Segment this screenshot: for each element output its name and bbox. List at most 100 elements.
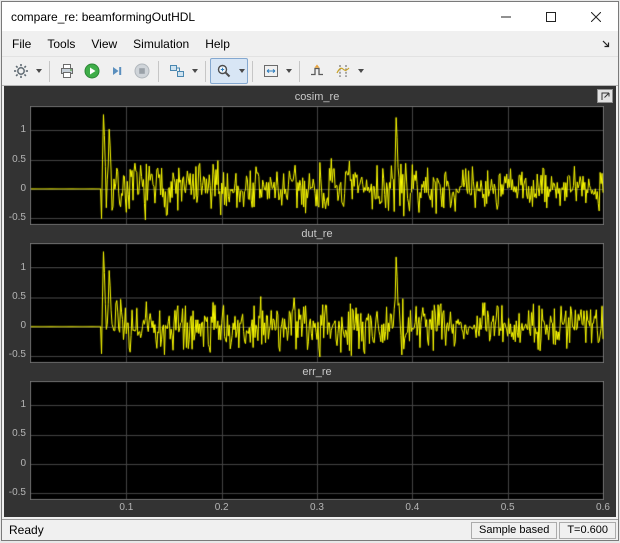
toolbar-separator <box>205 61 206 82</box>
x-tick-label: 0.4 <box>399 502 425 513</box>
settings-split-button <box>7 58 45 84</box>
status-sim-time: T=0.600 <box>559 522 616 539</box>
stop-icon <box>134 63 150 79</box>
y-axis-labels: 1 0.5 0 -0.5 <box>4 106 30 225</box>
y-tick-label: 0 <box>20 183 26 195</box>
step-forward-icon <box>109 63 125 79</box>
y-tick-label: -0.5 <box>9 349 26 361</box>
caret-down-icon <box>358 69 364 73</box>
y-tick-label: 1 <box>20 262 26 274</box>
step-forward-button[interactable] <box>104 59 129 83</box>
toolbar-separator <box>158 61 159 82</box>
signal-selector-icon <box>169 63 185 79</box>
x-tick-label: 0.2 <box>209 502 235 513</box>
maximize-icon <box>546 12 556 22</box>
x-tick-label: 0.5 <box>495 502 521 513</box>
minimize-button[interactable] <box>483 2 528 31</box>
caret-down-icon <box>239 69 245 73</box>
toolbar-separator <box>299 61 300 82</box>
y-tick-label: 0 <box>20 320 26 332</box>
gear-icon <box>13 63 29 79</box>
trigger-icon <box>309 63 325 79</box>
signal-selector-button[interactable] <box>164 59 189 83</box>
menubar: File Tools View Simulation Help <box>2 31 618 56</box>
x-axis-labels: 0.1 0.2 0.3 0.4 0.5 0.6 <box>4 500 616 517</box>
measurements-dropdown[interactable] <box>355 59 366 83</box>
stop-button[interactable] <box>129 59 154 83</box>
magnifier-icon <box>216 63 232 79</box>
fit-to-view-split-button <box>257 58 295 84</box>
axes-row: 10.50-0.5 <box>4 243 616 362</box>
signal-trace-canvas[interactable] <box>30 243 604 362</box>
y-tick-label: -0.5 <box>9 487 26 499</box>
y-tick-label: 1 <box>20 124 26 136</box>
signal-selector-dropdown[interactable] <box>189 59 200 83</box>
plot-title: dut_re <box>4 225 616 243</box>
settings-button[interactable] <box>8 59 33 83</box>
window-controls <box>483 2 618 31</box>
window-title: compare_re: beamformingOutHDL <box>11 10 195 24</box>
plot-axes[interactable] <box>30 106 604 225</box>
y-tick-label: 1 <box>20 399 26 411</box>
toolbar-separator <box>252 61 253 82</box>
settings-dropdown[interactable] <box>33 59 44 83</box>
y-tick-label: -0.5 <box>9 212 26 224</box>
status-cells: Sample based T=0.600 <box>471 520 618 540</box>
play-icon <box>84 63 100 79</box>
trigger-button[interactable] <box>304 59 329 83</box>
calipers-icon <box>335 63 351 79</box>
maximize-button[interactable] <box>528 2 573 31</box>
cursor-measurements-button[interactable] <box>330 59 355 83</box>
zoom-split-button <box>210 58 248 84</box>
minimize-icon <box>501 12 511 22</box>
scope-canvas-background: cosim_re 1 0.5 0 -0.5 dut_re 1 0.5 0 -0.5 err_… <box>4 86 616 517</box>
status-sample-mode: Sample based <box>471 522 557 539</box>
x-tick-label: 0.6 <box>590 502 616 513</box>
close-button[interactable] <box>573 2 618 31</box>
signal-selector-split-button <box>163 58 201 84</box>
menu-view[interactable]: View <box>83 33 125 55</box>
scope-display-area: cosim_re 1 0.5 0 -0.5 dut_re 1 0.5 0 -0.5 err_… <box>2 86 618 519</box>
scope-window: compare_re: beamformingOutHDL File Tools… <box>1 1 619 541</box>
plot-cosim-re: cosim_re 1 0.5 0 -0.5 <box>4 88 616 225</box>
maximize-axes-icon[interactable] <box>597 89 613 103</box>
signal-trace-canvas[interactable] <box>30 106 604 225</box>
signal-trace-canvas[interactable] <box>30 381 604 500</box>
x-tick-label: 0.1 <box>113 502 139 513</box>
plot-title: cosim_re <box>4 88 616 106</box>
zoom-dropdown[interactable] <box>236 59 247 83</box>
y-tick-label: 0.5 <box>12 428 26 440</box>
toolbar <box>2 56 618 86</box>
close-icon <box>591 12 601 22</box>
menu-simulation[interactable]: Simulation <box>125 33 197 55</box>
menu-tools[interactable]: Tools <box>39 33 83 55</box>
toolbar-separator <box>49 61 50 82</box>
statusbar: Ready Sample based T=0.600 <box>2 519 618 540</box>
print-button[interactable] <box>54 59 79 83</box>
x-tick-label: 0.3 <box>304 502 330 513</box>
plot-title: err_re <box>4 363 616 381</box>
y-tick-label: 0.5 <box>12 154 26 166</box>
run-button[interactable] <box>79 59 104 83</box>
plot-err-re: err_re 1 0.5 0 -0.5 <box>4 363 616 500</box>
zoom-button[interactable] <box>211 59 236 83</box>
caret-down-icon <box>286 69 292 73</box>
y-axis-labels: 10.50-0.5 <box>4 243 30 362</box>
y-tick-label: 0 <box>20 458 26 470</box>
fit-to-view-dropdown[interactable] <box>283 59 294 83</box>
fit-to-view-icon <box>263 63 279 79</box>
status-text: Ready <box>9 523 44 537</box>
caret-down-icon <box>36 69 42 73</box>
fit-to-view-button[interactable] <box>258 59 283 83</box>
titlebar: compare_re: beamformingOutHDL <box>2 2 618 31</box>
plot-axes[interactable] <box>30 243 604 362</box>
dock-arrow-icon[interactable] <box>594 39 618 49</box>
plot-axes[interactable] <box>30 381 604 500</box>
measurements-split-button <box>329 58 367 84</box>
menu-help[interactable]: Help <box>197 33 238 55</box>
menu-file[interactable]: File <box>4 33 39 55</box>
printer-icon <box>59 63 75 79</box>
axes-row: 1 0.5 0 -0.5 <box>4 381 616 500</box>
caret-down-icon <box>192 69 198 73</box>
axes-row: 1 0.5 0 -0.5 <box>4 106 616 225</box>
